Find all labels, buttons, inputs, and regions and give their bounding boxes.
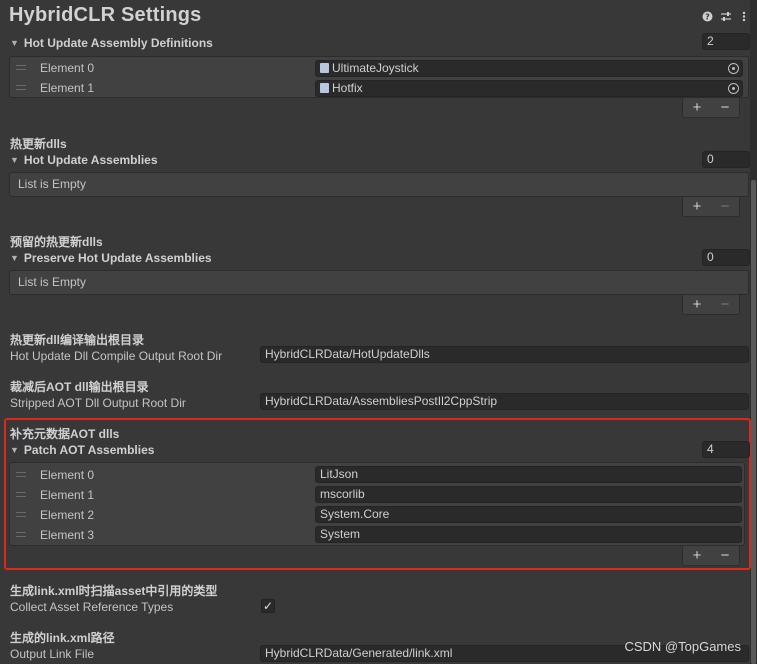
toolbar-icons: ?: [702, 11, 749, 23]
list-item: Element 1 mscorlib: [10, 485, 744, 505]
drag-handle-icon[interactable]: [16, 472, 26, 477]
object-field[interactable]: UltimateJoystick: [315, 60, 743, 77]
array-size-field[interactable]: 0: [702, 151, 750, 168]
element-label: Element 1: [40, 81, 95, 95]
remove-element-button[interactable]: −: [721, 99, 730, 116]
help-icon[interactable]: ?: [702, 11, 713, 23]
foldout-arrow-icon: ▼: [10, 155, 19, 165]
section-header: 裁减后AOT dll输出根目录: [10, 380, 149, 394]
text-field[interactable]: System.Core: [315, 506, 742, 523]
drag-handle-icon[interactable]: [16, 85, 26, 90]
foldout-label: Patch AOT Assemblies: [23, 443, 155, 457]
element-label: Element 0: [40, 61, 95, 75]
collect-refs-checkbox[interactable]: ✓: [261, 599, 275, 613]
asmdef-icon: [320, 63, 329, 73]
element-label: Element 0: [40, 468, 95, 482]
array-size-field[interactable]: 4: [702, 441, 750, 458]
element-label: Element 1: [40, 488, 95, 502]
section-header: 生成的link.xml路径: [10, 631, 115, 645]
foldout-arrow-icon: ▼: [10, 253, 19, 263]
drag-handle-icon[interactable]: [16, 65, 26, 70]
array-size-field[interactable]: 0: [702, 249, 750, 266]
field-label: Hot Update Dll Compile Output Root Dir: [10, 349, 223, 363]
field-label: Stripped AOT Dll Output Root Dir: [10, 396, 186, 410]
foldout-patch-aot[interactable]: ▼ Patch AOT Assemblies: [10, 443, 154, 457]
remove-element-button: −: [720, 198, 730, 215]
drag-handle-icon[interactable]: [16, 512, 26, 517]
foldout-arrow-icon: ▼: [10, 445, 19, 455]
object-field[interactable]: Hotfix: [315, 80, 743, 97]
list-footer: + −: [682, 98, 740, 118]
field-label: Output Link File: [10, 647, 95, 661]
add-element-button[interactable]: +: [693, 198, 702, 215]
foldout-hot-update-assemblies[interactable]: ▼ Hot Update Assemblies: [10, 153, 158, 167]
remove-element-button[interactable]: −: [721, 547, 730, 564]
add-element-button[interactable]: +: [693, 296, 702, 313]
stripped-output-dir-field[interactable]: HybridCLRData/AssembliesPostIl2CppStrip: [260, 393, 749, 410]
list-item: Element 0 UltimateJoystick: [10, 58, 748, 78]
asmdef-icon: [320, 83, 329, 93]
window-title: HybridCLR Settings: [9, 4, 202, 26]
list-hot-update-assemblies: List is Empty: [9, 172, 749, 197]
text-field[interactable]: mscorlib: [315, 486, 742, 503]
field-label: Collect Asset Reference Types: [10, 600, 174, 614]
object-field-value: Hotfix: [332, 81, 363, 95]
text-field[interactable]: System: [315, 526, 742, 543]
sliders-icon[interactable]: [720, 11, 731, 23]
scrollbar-thumb[interactable]: [751, 180, 756, 664]
watermark: CSDN @TopGames: [624, 639, 741, 654]
foldout-preserve-assemblies[interactable]: ▼ Preserve Hot Update Assemblies: [10, 251, 212, 265]
more-icon[interactable]: [738, 11, 749, 23]
section-header: 热更新dlls: [10, 137, 67, 151]
list-item: Element 0 LitJson: [10, 465, 744, 485]
list-footer: + −: [682, 197, 740, 217]
object-field-value: UltimateJoystick: [332, 61, 419, 75]
element-label: Element 3: [40, 528, 95, 542]
empty-list-text: List is Empty: [18, 177, 87, 191]
list-footer: + −: [682, 295, 740, 315]
drag-handle-icon[interactable]: [16, 532, 26, 537]
list-preserve-assemblies: List is Empty: [9, 270, 749, 295]
section-header: 预留的热更新dlls: [10, 235, 103, 249]
foldout-label: Preserve Hot Update Assemblies: [23, 251, 212, 265]
list-footer: + −: [682, 546, 740, 566]
section-header: 生成link.xml时扫描asset中引用的类型: [10, 584, 218, 598]
section-header: 补充元数据AOT dlls: [10, 427, 120, 441]
svg-text:?: ?: [705, 13, 710, 22]
array-size-field[interactable]: 2: [702, 33, 750, 50]
add-element-button[interactable]: +: [693, 99, 702, 116]
object-picker-icon[interactable]: [728, 63, 739, 74]
element-label: Element 2: [40, 508, 95, 522]
remove-element-button: −: [720, 296, 730, 313]
text-field[interactable]: LitJson: [315, 466, 742, 483]
foldout-label: Hot Update Assembly Definitions: [23, 36, 213, 50]
foldout-hot-update-defs[interactable]: ▼ Hot Update Assembly Definitions: [10, 36, 213, 50]
list-patch-aot: Element 0 LitJson Element 1 mscorlib Ele…: [9, 462, 745, 546]
list-item: Element 3 System: [10, 525, 744, 545]
section-header: 热更新dll编译输出根目录: [10, 333, 144, 347]
add-element-button[interactable]: +: [693, 547, 702, 564]
list-item: Element 2 System.Core: [10, 505, 744, 525]
foldout-label: Hot Update Assemblies: [23, 153, 158, 167]
list-hot-update-defs: Element 0 UltimateJoystick Element 1 Hot…: [9, 56, 749, 98]
foldout-arrow-icon: ▼: [10, 38, 19, 48]
list-item: Element 1 Hotfix: [10, 78, 748, 98]
object-picker-icon[interactable]: [728, 83, 739, 94]
compile-output-dir-field[interactable]: HybridCLRData/HotUpdateDlls: [260, 346, 749, 363]
drag-handle-icon[interactable]: [16, 492, 26, 497]
empty-list-text: List is Empty: [18, 275, 87, 289]
